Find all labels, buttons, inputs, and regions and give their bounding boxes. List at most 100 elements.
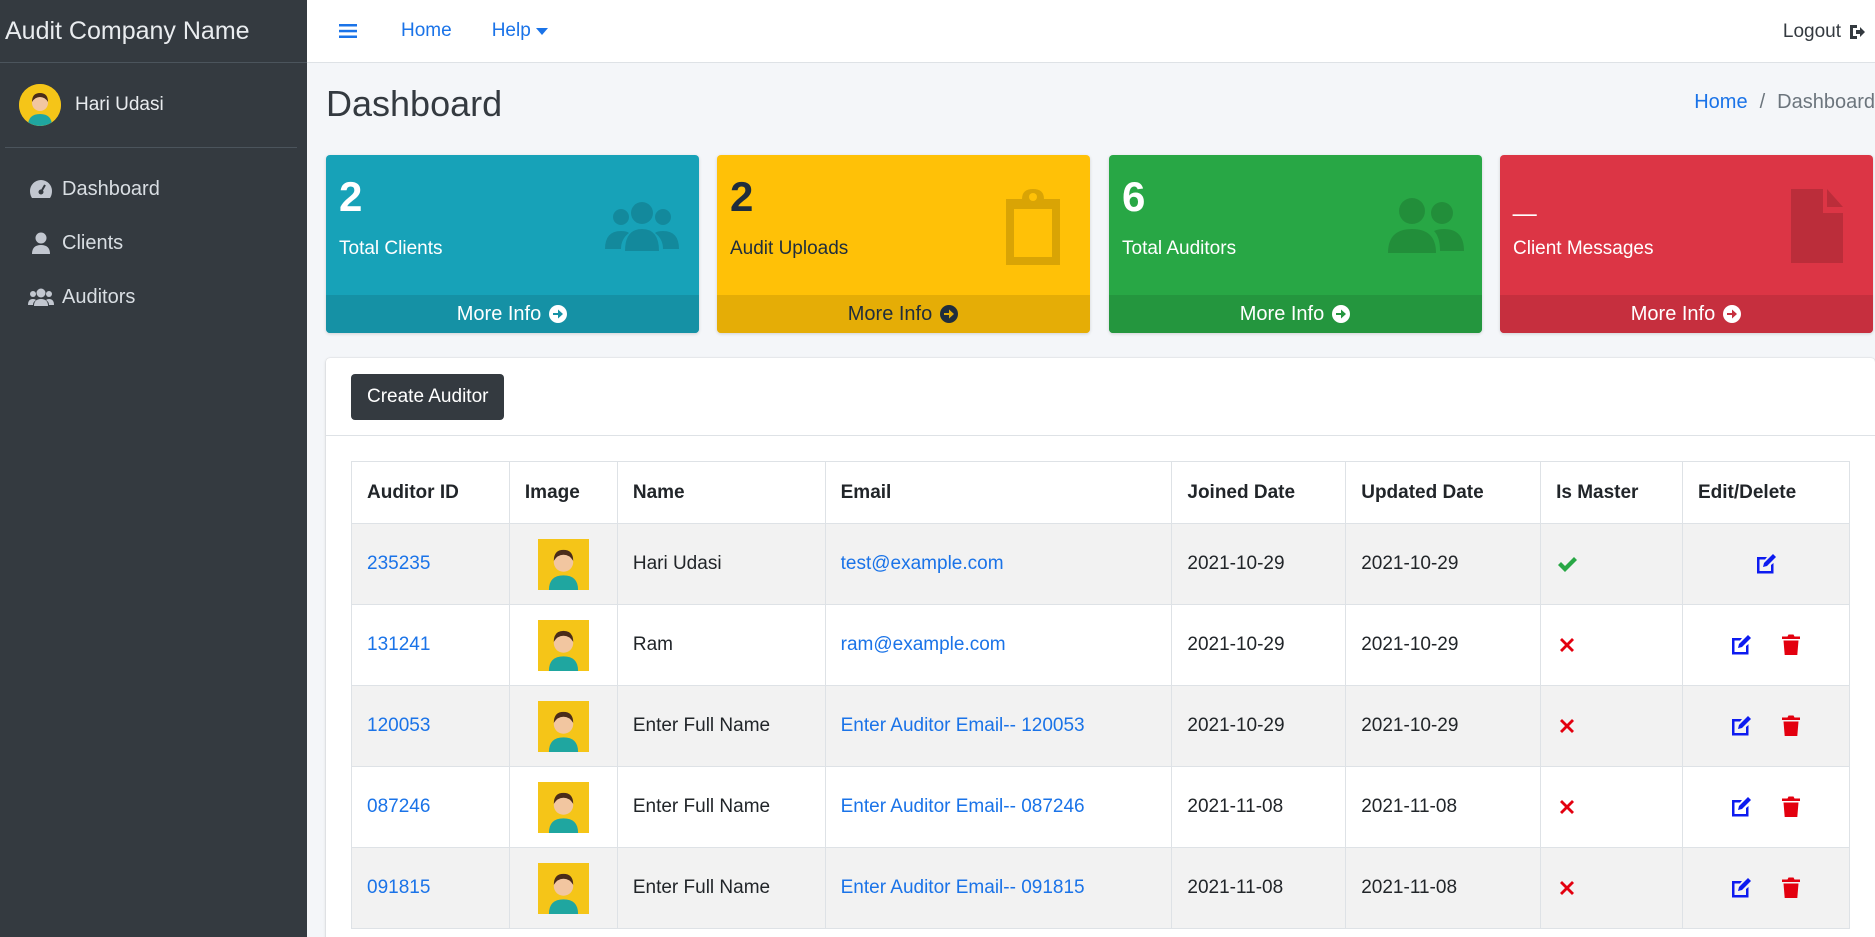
edit-icon[interactable] xyxy=(1729,876,1753,900)
column-header[interactable]: Name xyxy=(616,461,826,524)
trash-icon[interactable] xyxy=(1779,714,1803,738)
more-info-label: More Info xyxy=(1630,302,1716,325)
updated-date: 2021-10-29 xyxy=(1345,685,1542,767)
table-row: 235235 Hari Udasi test@example.com 2021-… xyxy=(351,523,1851,605)
column-header[interactable]: Joined Date xyxy=(1171,461,1347,524)
user-name[interactable]: Hari Udasi xyxy=(75,94,164,116)
auditor-avatar xyxy=(537,700,589,752)
create-auditor-button[interactable]: Create Auditor xyxy=(351,373,505,420)
breadcrumb-separator: / xyxy=(1759,91,1766,113)
auditor-name: Ram xyxy=(616,604,826,686)
auditor-name: Enter Full Name xyxy=(616,847,826,929)
edit-icon[interactable] xyxy=(1729,633,1753,657)
nav-help-label: Help xyxy=(491,20,531,41)
column-header[interactable]: Edit/Delete xyxy=(1681,461,1851,524)
nav-home-link[interactable]: Home xyxy=(401,20,452,42)
card-header: Create Auditor xyxy=(326,358,1875,436)
check-icon xyxy=(1558,556,1578,572)
table-row: 131241 Ram ram@example.com 2021-10-29 20… xyxy=(351,604,1851,686)
stat-value: _ xyxy=(1513,173,1537,220)
avatar xyxy=(19,84,61,126)
auditor-id-link[interactable]: 091815 xyxy=(367,877,430,898)
auditor-name: Enter Full Name xyxy=(616,685,826,767)
joined-date: 2021-10-29 xyxy=(1171,685,1347,767)
trash-icon[interactable] xyxy=(1779,633,1803,657)
breadcrumb-home-link[interactable]: Home xyxy=(1694,91,1747,114)
table-row: 120053 Enter Full Name Enter Auditor Ema… xyxy=(351,685,1851,767)
sidebar-item-auditors[interactable]: Auditors xyxy=(0,270,307,324)
brand-title: Audit Company Name xyxy=(5,16,250,45)
sidebar-item-dashboard[interactable]: Dashboard xyxy=(0,162,307,216)
auditor-email-link[interactable]: test@example.com xyxy=(841,553,1004,574)
sidebar: Audit Company Name Hari Udasi Dashboard … xyxy=(0,0,307,937)
column-header[interactable]: Updated Date xyxy=(1345,461,1542,524)
auditor-name: Hari Udasi xyxy=(616,523,826,605)
times-icon xyxy=(1560,718,1575,733)
auditor-email-link[interactable]: ram@example.com xyxy=(841,634,1006,655)
times-icon xyxy=(1560,799,1575,814)
auditor-avatar xyxy=(537,538,589,590)
times-icon xyxy=(1560,880,1575,895)
logout-label: Logout xyxy=(1782,20,1841,42)
stat-value: 2 xyxy=(730,173,754,220)
sidebar-item-clients[interactable]: Clients xyxy=(0,216,307,270)
arrow-circle-right-icon xyxy=(1723,305,1742,323)
auditor-email-link[interactable]: Enter Auditor Email-- 120053 xyxy=(841,715,1085,736)
joined-date: 2021-11-08 xyxy=(1171,766,1347,848)
more-info-link[interactable]: More Info xyxy=(1109,295,1482,333)
trash-icon[interactable] xyxy=(1779,795,1803,819)
auditor-avatar xyxy=(537,619,589,671)
arrow-circle-right-icon xyxy=(1332,305,1351,323)
hamburger-menu-icon[interactable] xyxy=(337,20,359,42)
logout-link[interactable]: Logout xyxy=(1783,0,1865,63)
times-icon xyxy=(1560,637,1575,652)
auditor-id-link[interactable]: 120053 xyxy=(367,715,430,736)
updated-date: 2021-11-08 xyxy=(1345,847,1542,929)
sidebar-item-label: Dashboard xyxy=(62,177,160,200)
stat-label: Total Auditors xyxy=(1122,238,1237,259)
stat-label: Total Clients xyxy=(339,238,443,259)
stat-box-total-auditors: 6 Total Auditors More Info xyxy=(1109,155,1482,333)
more-info-label: More Info xyxy=(1239,302,1325,325)
stat-label: Audit Uploads xyxy=(730,238,849,259)
auditor-id-link[interactable]: 087246 xyxy=(367,796,430,817)
column-header[interactable]: Is Master xyxy=(1540,461,1683,524)
more-info-label: More Info xyxy=(847,302,933,325)
column-header[interactable]: Email xyxy=(824,461,1173,524)
edit-icon[interactable] xyxy=(1754,552,1778,576)
column-header[interactable]: Auditor ID xyxy=(351,461,510,524)
stat-box-audit-uploads: 2 Audit Uploads More Info xyxy=(717,155,1090,333)
stat-box-total-clients: 2 Total Clients More Info xyxy=(326,155,699,333)
more-info-link[interactable]: More Info xyxy=(326,295,699,333)
trash-icon[interactable] xyxy=(1779,876,1803,900)
auditor-id-link[interactable]: 235235 xyxy=(367,553,430,574)
brand-link[interactable]: Audit Company Name xyxy=(0,0,307,63)
arrow-circle-right-icon xyxy=(549,305,568,323)
joined-date: 2021-10-29 xyxy=(1171,523,1347,605)
user-friends-icon xyxy=(1388,198,1464,253)
table-row: 091815 Enter Full Name Enter Auditor Ema… xyxy=(351,847,1851,929)
sidebar-nav: Dashboard Clients Auditors xyxy=(0,162,307,324)
edit-icon[interactable] xyxy=(1729,795,1753,819)
clipboard-icon xyxy=(1006,189,1060,265)
stat-box-client-messages: _ Client Messages More Info xyxy=(1500,155,1873,333)
more-info-link[interactable]: More Info xyxy=(1500,295,1873,333)
auditors-table: Auditor ID Image Name Email Joined Date … xyxy=(351,461,1851,929)
auditor-avatar xyxy=(537,862,589,914)
top-navbar: Home Help Logout xyxy=(307,0,1875,63)
file-icon xyxy=(1791,189,1843,263)
updated-date: 2021-11-08 xyxy=(1345,766,1542,848)
column-header[interactable]: Image xyxy=(508,461,618,524)
more-info-label: More Info xyxy=(456,302,542,325)
auditor-email-link[interactable]: Enter Auditor Email-- 087246 xyxy=(841,796,1085,817)
joined-date: 2021-11-08 xyxy=(1171,847,1347,929)
nav-help-dropdown[interactable]: Help xyxy=(492,20,548,42)
auditor-id-link[interactable]: 131241 xyxy=(367,634,430,655)
auditor-email-link[interactable]: Enter Auditor Email-- 091815 xyxy=(841,877,1085,898)
edit-icon[interactable] xyxy=(1729,714,1753,738)
user-icon xyxy=(28,231,54,255)
updated-date: 2021-10-29 xyxy=(1345,523,1542,605)
more-info-link[interactable]: More Info xyxy=(717,295,1090,333)
sidebar-item-label: Auditors xyxy=(62,285,136,308)
sign-out-icon xyxy=(1850,24,1865,39)
